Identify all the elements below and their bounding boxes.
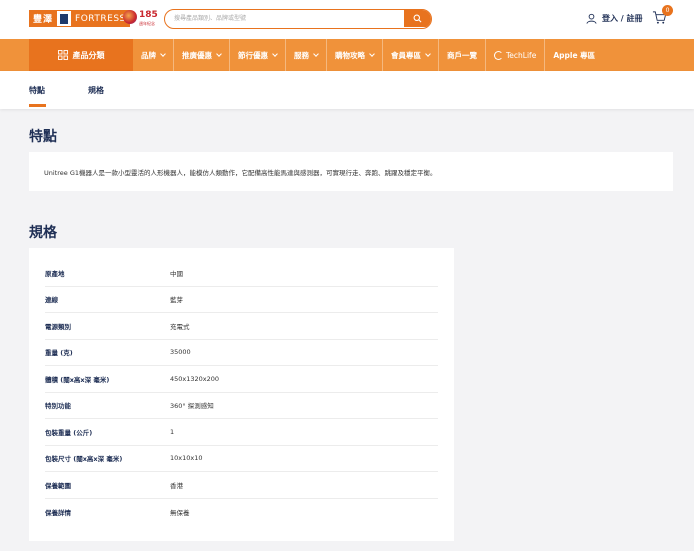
nav-item-member-zone[interactable]: 會員專區 — [383, 39, 439, 71]
nav-item-apple-zone[interactable]: Apple 專區 — [545, 39, 603, 71]
spec-label: 體積 (闊x高x深 毫米) — [45, 375, 110, 384]
search-input[interactable] — [165, 10, 405, 27]
spec-value: 35000 — [170, 348, 191, 357]
nav-item-label: TechLife — [506, 50, 537, 60]
features-description: Unitree G1機器人是一款小型靈活的人形機器人，能模仿人類動作，它配備高性… — [29, 152, 673, 191]
logo-english-text: FORTRESS — [71, 10, 130, 27]
nav-item-merchants[interactable]: 商戶一覽 — [439, 39, 486, 71]
user-icon — [586, 13, 597, 24]
techlife-icon — [494, 50, 503, 60]
chevron-down-icon — [272, 50, 278, 57]
product-category-button[interactable]: 產品分類 — [29, 39, 133, 71]
features-heading: 特點 — [29, 129, 57, 145]
spec-row: 原產地 中國 — [45, 260, 438, 287]
spec-label: 原產地 — [45, 269, 65, 278]
active-tab-indicator — [29, 104, 46, 107]
site-header: 豐澤 FORTRESS 185 週年紀念 登入 / 註冊 0 — [0, 0, 694, 39]
specifications-heading: 規格 — [29, 225, 57, 241]
spec-value: 無保養 — [170, 508, 190, 517]
chevron-down-icon — [369, 50, 375, 57]
spec-row: 連線 藍芽 — [45, 287, 438, 313]
login-register-link[interactable]: 登入 / 註冊 — [586, 11, 643, 25]
spec-label: 保養詳情 — [45, 508, 71, 517]
spec-value: 中國 — [170, 269, 183, 278]
spec-label: 電源類別 — [45, 322, 71, 331]
anniversary-badge: 185 週年紀念 — [123, 8, 158, 30]
spec-label: 保養範圍 — [45, 481, 71, 490]
spec-value: 360° 探測感知 — [170, 402, 214, 411]
nav-item-label: 商戶一覽 — [447, 50, 477, 60]
search-bar — [164, 9, 432, 29]
spec-value: 充電式 — [170, 322, 190, 331]
nav-item-brands[interactable]: 品牌 — [133, 39, 174, 71]
spec-label: 連線 — [45, 296, 58, 305]
spec-row: 重量 (克) 35000 — [45, 340, 438, 366]
spec-value: 1 — [170, 427, 175, 436]
spec-label: 包裝尺寸 (闊x高x深 毫米) — [45, 455, 123, 464]
nav-item-label: 節行優惠 — [238, 50, 268, 60]
fortress-logo[interactable]: 豐澤 FORTRESS — [29, 10, 130, 27]
chevron-down-icon — [313, 50, 319, 57]
nav-item-label: 推廣優惠 — [182, 50, 212, 60]
spec-label: 重量 (克) — [45, 349, 73, 358]
anniversary-subtitle: 週年紀念 — [139, 21, 155, 26]
product-tabs: 特點 規格 — [0, 71, 694, 109]
cart-count-badge: 0 — [662, 5, 673, 16]
nav-item-promotions[interactable]: 推廣優惠 — [174, 39, 230, 71]
anniversary-number: 185 — [139, 10, 158, 20]
login-label: 登入 / 註冊 — [602, 13, 643, 23]
product-category-label: 產品分類 — [72, 50, 105, 60]
spec-label: 包裝重量 (公斤) — [45, 428, 93, 437]
spec-value: 香港 — [170, 481, 183, 490]
nav-item-label: 購物攻略 — [335, 50, 365, 60]
search-button[interactable] — [404, 10, 431, 27]
spec-value: 藍芽 — [170, 296, 183, 305]
logo-chinese-text: 豐澤 — [29, 10, 58, 27]
spec-label: 特別功能 — [45, 402, 71, 411]
tree-icon — [123, 10, 137, 24]
spec-row: 保養詳情 無保養 — [45, 499, 438, 526]
nav-item-services[interactable]: 服務 — [286, 39, 327, 71]
main-nav: 產品分類 品牌 推廣優惠 節行優惠 服務 購物攻略 會員專區 商戶一覽 Tech… — [0, 39, 694, 71]
spec-value: 10x10x10 — [170, 454, 203, 463]
nav-item-label: 服務 — [294, 50, 309, 60]
features-text: Unitree G1機器人是一款小型靈活的人形機器人，能模仿人類動作，它配備高性… — [44, 168, 437, 177]
nav-item-label: 品牌 — [141, 50, 156, 60]
chevron-down-icon — [425, 50, 431, 57]
tower-icon — [57, 10, 72, 27]
spec-row: 特別功能 360° 探測感知 — [45, 393, 438, 419]
spec-row: 保養範圍 香港 — [45, 472, 438, 499]
nav-menu: 品牌 推廣優惠 節行優惠 服務 購物攻略 會員專區 商戶一覽 TechLife … — [133, 39, 603, 71]
spec-value: 450x1320x200 — [170, 374, 220, 383]
search-icon — [413, 14, 422, 23]
nav-item-techlife[interactable]: TechLife — [486, 39, 546, 71]
spec-row: 包裝尺寸 (闊x高x深 毫米) 10x10x10 — [45, 446, 438, 472]
spec-row: 包裝重量 (公斤) 1 — [45, 419, 438, 446]
chevron-down-icon — [216, 50, 222, 57]
nav-item-holiday-offers[interactable]: 節行優惠 — [230, 39, 286, 71]
specifications-table: 原產地 中國 連線 藍芽 電源類別 充電式 重量 (克) 35000 體積 (闊x高x深… — [29, 248, 454, 541]
nav-item-label: Apple 專區 — [553, 50, 596, 60]
spec-row: 電源類別 充電式 — [45, 313, 438, 340]
grid-icon — [57, 50, 68, 60]
nav-item-shopping-guide[interactable]: 購物攻略 — [327, 39, 383, 71]
spec-row: 體積 (闊x高x深 毫米) 450x1320x200 — [45, 366, 438, 393]
chevron-down-icon — [160, 50, 166, 57]
nav-item-label: 會員專區 — [391, 50, 421, 60]
tab-specifications[interactable]: 規格 — [88, 71, 104, 109]
